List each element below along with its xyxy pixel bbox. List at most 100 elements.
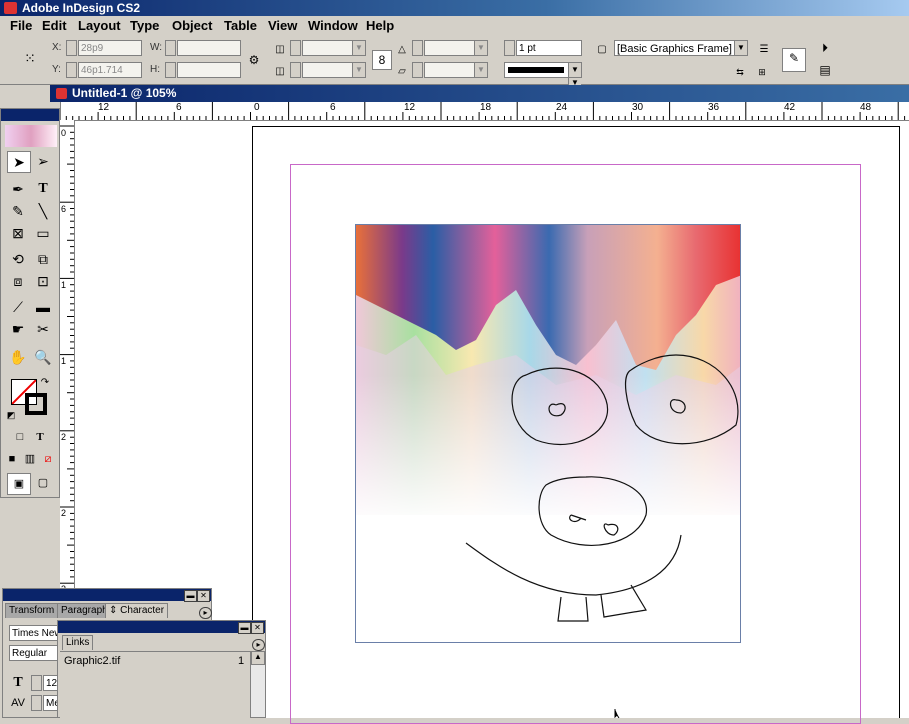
free-transform-tool-icon[interactable]: ⊡ xyxy=(32,271,54,291)
ruler-label: 48 xyxy=(860,102,872,113)
link-item-name[interactable]: Graphic2.tif xyxy=(64,655,120,667)
menu-window[interactable]: Window xyxy=(308,18,358,33)
direct-selection-tool-icon[interactable]: ➢ xyxy=(32,151,54,171)
button-tool-icon[interactable]: ☛ xyxy=(7,319,29,339)
apply-none-icon[interactable]: ⧄ xyxy=(39,449,57,469)
shear-tool-icon[interactable]: ⧈ xyxy=(7,271,29,291)
apply-gradient-icon[interactable]: ▥ xyxy=(21,449,39,469)
h-field[interactable] xyxy=(177,62,241,78)
horizontal-ruler[interactable]: 12 6 0 6 12 18 24 30 36 42 48 xyxy=(60,102,909,121)
rectangle-tool-icon[interactable]: ▭ xyxy=(32,223,54,243)
pencil-tool-icon[interactable]: ✎ xyxy=(7,201,29,221)
object-style-field[interactable]: [Basic Graphics Frame] ▼ xyxy=(614,40,748,56)
default-colors-icon[interactable]: ◩ xyxy=(5,405,17,425)
links-panel-title[interactable]: ▬ ✕ xyxy=(58,621,265,634)
tab-character[interactable]: ⇕ Character xyxy=(105,603,169,618)
panel-options-icon[interactable]: ▸ xyxy=(199,607,212,619)
y-spinner[interactable] xyxy=(66,62,77,78)
scale-y-field[interactable]: ▼ xyxy=(302,62,366,78)
graphic-frame[interactable] xyxy=(355,224,741,643)
rotate-field[interactable]: ▼ xyxy=(424,40,488,56)
stroke-weight-spinner[interactable] xyxy=(504,40,515,56)
chevron-down-icon[interactable]: ▼ xyxy=(474,41,487,55)
tab-links[interactable]: Links xyxy=(62,635,94,650)
type-tool-icon[interactable]: T xyxy=(32,179,54,199)
formatting-text-icon[interactable]: T xyxy=(29,427,51,447)
link-icon[interactable]: 8 xyxy=(372,50,392,70)
character-panel-title[interactable]: ▬ ✕ xyxy=(3,589,211,602)
scroll-up-icon[interactable]: ▲ xyxy=(251,651,265,665)
reference-point-icon[interactable]: ⁙ xyxy=(20,48,40,68)
apply-color-icon[interactable]: ■ xyxy=(3,449,21,469)
links-scrollbar[interactable]: ▲ xyxy=(250,651,265,717)
formatting-container-icon[interactable]: □ xyxy=(9,427,31,447)
shear-spinner[interactable] xyxy=(412,62,423,78)
x-spinner[interactable] xyxy=(66,40,77,56)
chevron-down-icon[interactable]: ▼ xyxy=(568,63,581,77)
menu-edit[interactable]: Edit xyxy=(42,18,67,33)
play-icon[interactable]: ⏵ xyxy=(815,38,835,58)
chevron-down-icon[interactable]: ▼ xyxy=(734,41,747,55)
tracking-spinner[interactable] xyxy=(31,695,42,711)
zoom-tool-icon[interactable]: 🔍 xyxy=(32,347,54,367)
stroke-type-field[interactable]: ▼ xyxy=(504,62,582,78)
clear-overrides-icon[interactable]: ⇆ xyxy=(730,62,750,82)
scale-x-spinner[interactable] xyxy=(290,40,301,56)
menu-type[interactable]: Type xyxy=(130,18,159,33)
menu-object[interactable]: Object xyxy=(172,18,212,33)
w-spinner[interactable] xyxy=(165,40,176,56)
document-title-bar[interactable]: Untitled-1 @ 105% xyxy=(50,85,909,102)
selection-tool-icon[interactable]: ➤ xyxy=(7,151,31,173)
x-field[interactable]: 28p9 xyxy=(78,40,142,56)
line-tool-icon[interactable]: ╲ xyxy=(32,201,54,221)
constrain-proportions-icon[interactable]: ⚙ xyxy=(244,50,264,70)
menu-layout[interactable]: Layout xyxy=(78,18,121,33)
panel-options-icon[interactable]: ▸ xyxy=(252,639,265,651)
character-tab-icon: ⇕ xyxy=(109,605,121,616)
h-spinner[interactable] xyxy=(165,62,176,78)
font-size-spinner[interactable] xyxy=(31,675,42,691)
rotate-tool-icon[interactable]: ⟲ xyxy=(7,249,29,269)
stroke-swatch[interactable] xyxy=(25,393,47,415)
tools-panel-title[interactable] xyxy=(1,109,59,121)
eyedropper-tool-icon[interactable]: ⟋ xyxy=(7,297,29,317)
chevron-down-icon[interactable]: ▼ xyxy=(352,63,365,77)
scale-x-field[interactable]: ▼ xyxy=(302,40,366,56)
scale-y-spinner[interactable] xyxy=(290,62,301,78)
minimize-icon[interactable]: ▬ xyxy=(184,590,197,602)
close-icon[interactable]: ✕ xyxy=(197,590,210,602)
menu-file[interactable]: File xyxy=(10,18,32,33)
rectangle-frame-tool-icon[interactable]: ⊠ xyxy=(7,223,29,243)
scissors-tool-icon[interactable]: ✂ xyxy=(32,319,54,339)
style-options-icon[interactable]: ☰ xyxy=(754,40,774,60)
gradient-tool-icon[interactable]: ▬ xyxy=(32,297,54,317)
menu-table[interactable]: Table xyxy=(224,18,257,33)
normal-view-icon[interactable]: ▣ xyxy=(7,473,31,495)
tab-transform[interactable]: Transform xyxy=(5,603,59,618)
ruler-label: 6 xyxy=(176,102,182,113)
menu-view[interactable]: View xyxy=(268,18,297,33)
stroke-weight-field[interactable]: 1 pt xyxy=(516,40,582,56)
scale-tool-icon[interactable]: ⧉ xyxy=(32,249,54,269)
panel-menu-icon[interactable]: ▤ xyxy=(815,60,835,80)
preview-mode-icon[interactable]: ▢ xyxy=(32,473,54,493)
w-field[interactable] xyxy=(177,40,241,56)
chevron-down-icon[interactable]: ▼ xyxy=(474,63,487,77)
minimize-icon[interactable]: ▬ xyxy=(238,622,251,634)
new-style-icon[interactable]: ⊞ xyxy=(752,62,772,82)
object-style-value: [Basic Graphics Frame] xyxy=(617,43,732,55)
pen-tool-icon[interactable]: ✒ xyxy=(7,179,29,199)
close-icon[interactable]: ✕ xyxy=(251,622,264,634)
hand-tool-icon[interactable]: ✋ xyxy=(7,347,29,367)
ruler-label: 12 xyxy=(98,102,110,113)
tab-paragraph[interactable]: Paragraph xyxy=(57,603,112,618)
chevron-down-icon[interactable]: ▼ xyxy=(352,41,365,55)
shear-field[interactable]: ▼ xyxy=(424,62,488,78)
ruler-label: 18 xyxy=(480,102,492,113)
place-image-icon[interactable]: ✎ xyxy=(782,48,806,72)
rotate-spinner[interactable] xyxy=(412,40,423,56)
ruler-label: 42 xyxy=(784,102,796,113)
swap-colors-icon[interactable]: ↷ xyxy=(39,373,51,393)
menu-help[interactable]: Help xyxy=(366,18,394,33)
y-field[interactable]: 46p1.714 xyxy=(78,62,142,78)
